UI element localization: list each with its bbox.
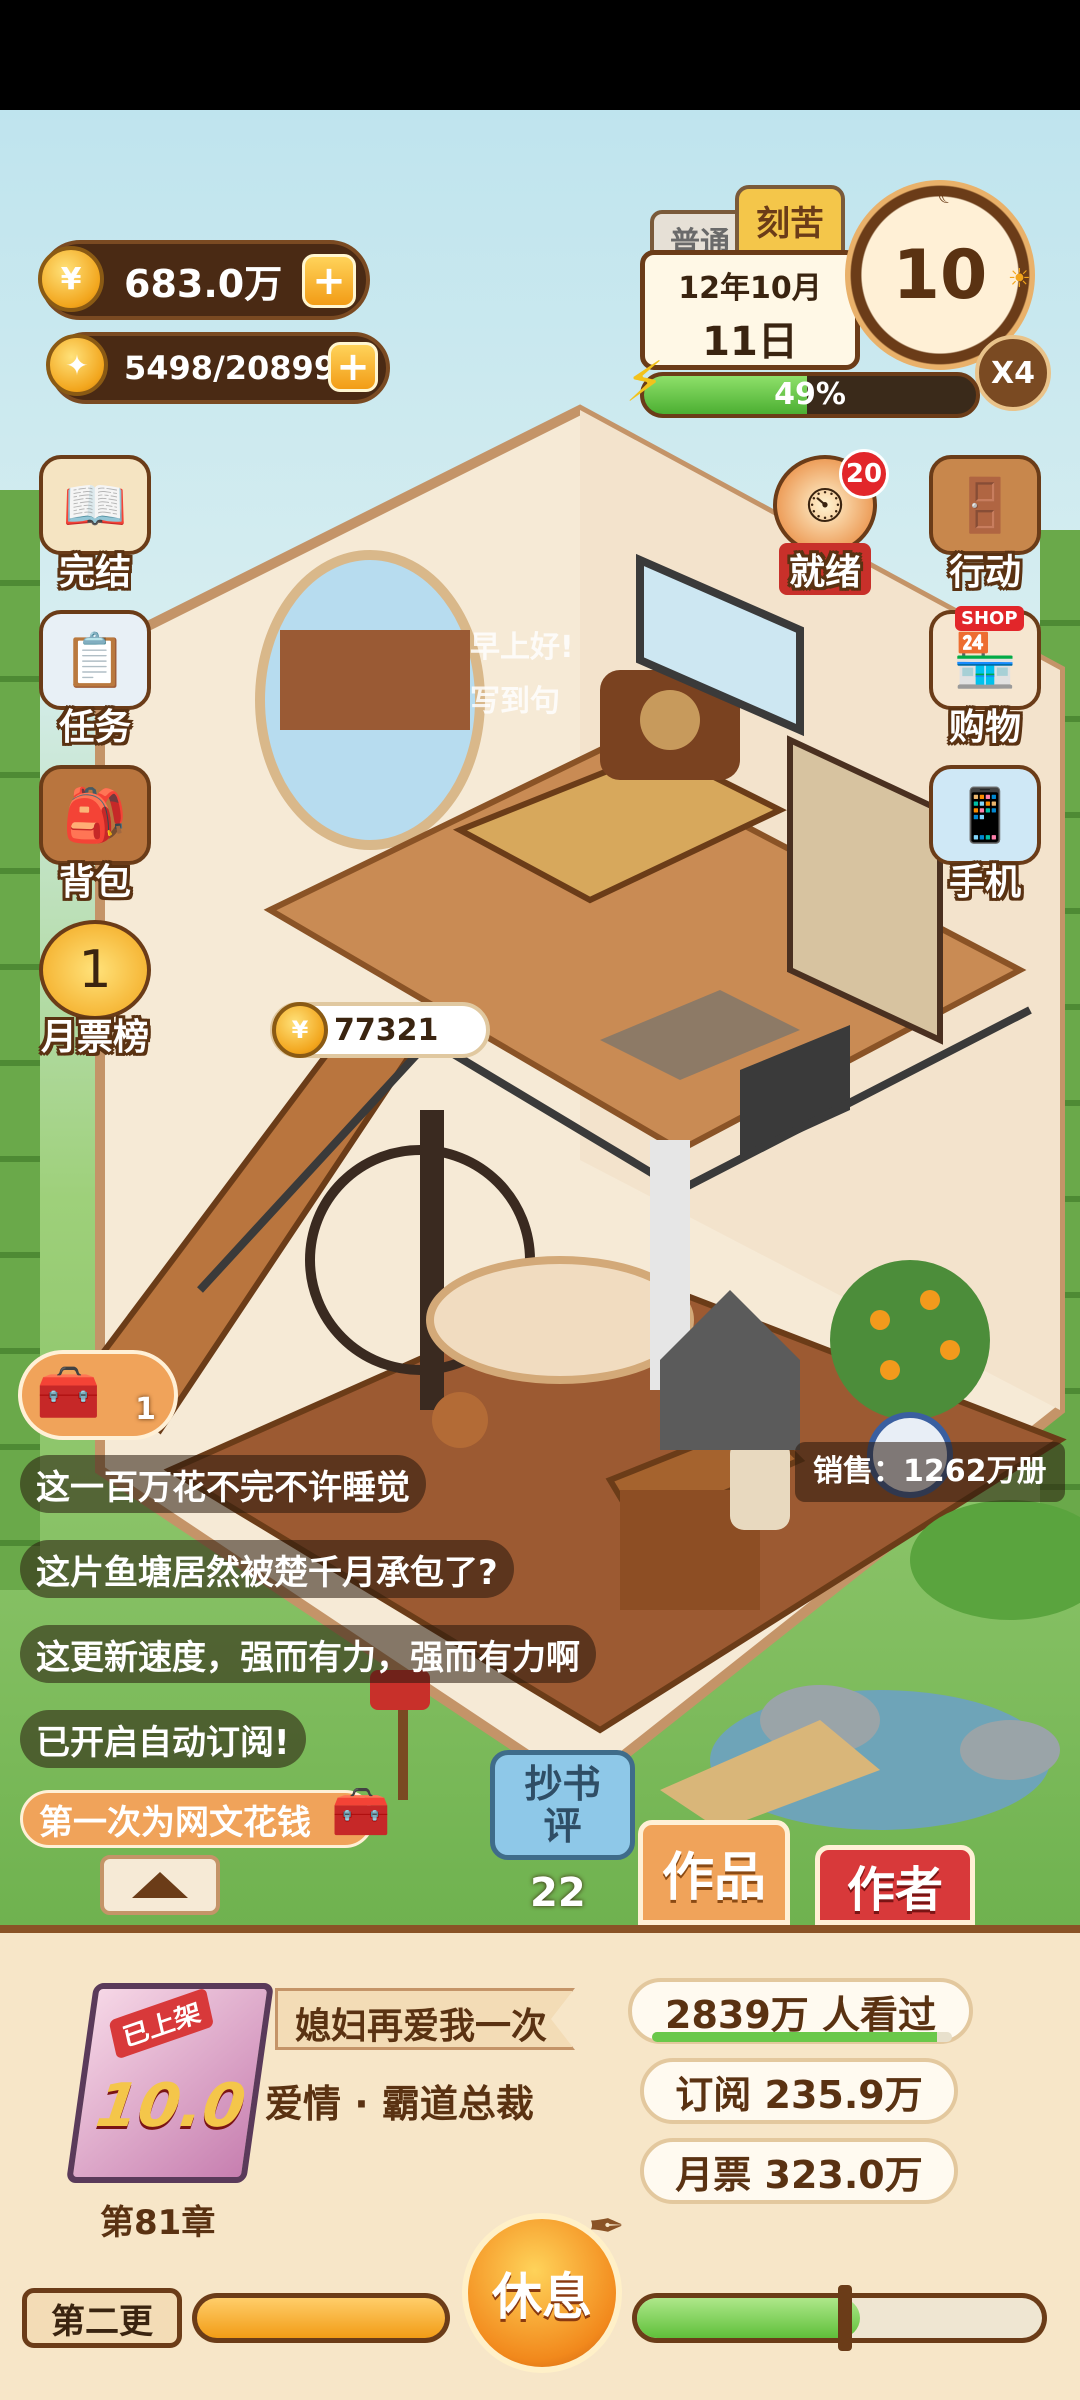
- game-scene: ¥ 683.0万 + ✦ 5498/20899 + 普通 刻苦 12年10月 1…: [0, 110, 1080, 1925]
- side-button-backpack-label: 背包: [58, 862, 131, 903]
- side-button-action[interactable]: 🚪 行动: [915, 455, 1055, 595]
- views-fill: [652, 2032, 937, 2042]
- left-progress-bar: [192, 2293, 450, 2343]
- coin-bubble-icon: ¥: [272, 1002, 328, 1058]
- ready-badge: 20: [839, 449, 889, 499]
- side-button-finish-label: 完结: [58, 552, 131, 593]
- side-button-shop[interactable]: 🏪 SHOP 购物: [915, 606, 1055, 750]
- inspiration-amount: 5498/20899: [124, 349, 337, 387]
- energy-percent: 49%: [774, 377, 846, 412]
- right-progress-bar: [632, 2285, 1047, 2351]
- add-inspiration-button[interactable]: +: [328, 342, 378, 392]
- lightning-icon: ⚡: [625, 350, 665, 415]
- treasure-chest-button[interactable]: 🧰 1: [18, 1350, 178, 1440]
- phone-icon: 📱: [929, 765, 1041, 865]
- chevron-up-icon: [132, 1872, 188, 1898]
- tab-works[interactable]: 作品: [638, 1820, 790, 1925]
- mode-tab-hard[interactable]: 刻苦: [735, 185, 845, 255]
- treasure-chest-icon: 🧰: [36, 1363, 101, 1423]
- side-button-ready[interactable]: ⏲ 20 就绪: [755, 449, 895, 595]
- side-button-backpack[interactable]: 🎒 背包: [25, 765, 165, 905]
- backpack-icon: 🎒: [39, 765, 151, 865]
- book-panel: 已上架 10.0 第81章 媳妇再爱我一次 爱情 · 霸道总裁 2839万 人看…: [0, 1925, 1080, 2400]
- progress-marker: [838, 2285, 852, 2351]
- coin-bubble-value: 77321: [334, 1012, 439, 1048]
- countdown-number: 10: [892, 235, 988, 315]
- tab-author[interactable]: 作者: [815, 1845, 975, 1925]
- side-button-phone-label: 手机: [948, 862, 1021, 903]
- rest-button-label: 休息: [492, 2268, 592, 2326]
- chat-line: 这更新速度，强而有力，强而有力啊: [20, 1625, 596, 1683]
- treasure-chest-count: 1: [135, 1392, 156, 1427]
- side-button-monthly-ranking-label: 月票榜: [40, 1017, 149, 1058]
- date-month: 12年10月: [678, 271, 822, 306]
- tab-author-label: 作者: [846, 1862, 943, 1918]
- lightbulb-icon: ✦: [46, 334, 108, 396]
- views-stat-text: 2839万 人看过: [665, 1992, 936, 2037]
- shop-tag: SHOP: [955, 606, 1024, 631]
- floating-writing: 写到句: [470, 684, 560, 719]
- speed-button[interactable]: X4: [975, 335, 1051, 411]
- left-progress-fill: [197, 2298, 445, 2338]
- date-day: 11日: [702, 319, 798, 365]
- update-label[interactable]: 第二更: [22, 2288, 182, 2348]
- book-chapter: 第81章: [100, 2203, 216, 2243]
- coin-icon: ¥: [38, 246, 104, 312]
- chat-line-highlight-text: 第一次为网文花钱: [39, 1802, 311, 1843]
- side-button-finish[interactable]: 📖 完结: [25, 455, 165, 595]
- energy-bar: 49%: [640, 372, 980, 418]
- treasure-chest-small-icon: 🧰: [331, 1784, 391, 1840]
- collapse-chat-button[interactable]: [100, 1855, 220, 1915]
- side-button-action-label: 行动: [948, 552, 1021, 593]
- right-progress-fill: [637, 2298, 860, 2338]
- add-coins-button[interactable]: +: [302, 254, 356, 308]
- copy-review-label: 抄书评: [524, 1762, 601, 1848]
- tab-works-label: 作品: [661, 1848, 766, 1908]
- checklist-icon: 📋: [39, 610, 151, 710]
- chat-line: 这片鱼塘居然被楚千月承包了?: [20, 1540, 514, 1598]
- moon-icon: ☾: [937, 184, 957, 209]
- book-icon: 📖: [39, 455, 151, 555]
- book-score: 10.0: [91, 2071, 250, 2141]
- side-button-tasks[interactable]: 📋 任务: [25, 610, 165, 750]
- book-genre: 爱情 · 霸道总裁: [265, 2082, 534, 2126]
- book-title: 媳妇再爱我一次: [295, 2006, 548, 2047]
- door-icon: 🚪: [929, 455, 1041, 555]
- views-stat: 2839万 人看过: [628, 1978, 973, 2044]
- floating-greeting: 早上好!: [470, 630, 574, 665]
- book-cover[interactable]: 已上架 10.0: [65, 1983, 275, 2183]
- coin-amount: 683.0万: [124, 261, 283, 306]
- book-status-tag: 已上架: [108, 1987, 215, 2060]
- date-card: 12年10月 11日: [640, 250, 860, 370]
- chat-line: 这一百万花不完不许睡觉: [20, 1455, 426, 1513]
- views-bar: [652, 2032, 952, 2042]
- side-button-ready-label: 就绪: [778, 543, 871, 595]
- inspiration-balance: ✦ 5498/20899 +: [46, 332, 390, 404]
- sun-icon: ☀: [1007, 264, 1031, 294]
- copy-review-button[interactable]: 抄书评: [490, 1750, 635, 1860]
- sales-label: 销售：1262万册: [795, 1442, 1065, 1502]
- quill-icon: ✒: [588, 2201, 625, 2252]
- copy-review-count: 22: [530, 1870, 586, 1916]
- side-button-tasks-label: 任务: [58, 707, 131, 748]
- side-button-shop-label: 购物: [948, 707, 1021, 748]
- side-button-monthly-ranking[interactable]: 1 月票榜: [25, 920, 165, 1060]
- subscriptions-stat: 订阅 235.9万: [640, 2058, 958, 2124]
- coin-balance: ¥ 683.0万 +: [38, 240, 370, 320]
- coin-bubble[interactable]: ¥ 77321: [270, 1002, 490, 1058]
- chat-line: 已开启自动订阅!: [20, 1710, 306, 1768]
- monthly-votes-stat: 月票 323.0万: [640, 2138, 958, 2204]
- side-button-phone[interactable]: 📱 手机: [915, 765, 1055, 905]
- chat-line-highlight[interactable]: 第一次为网文花钱 🧰: [20, 1784, 391, 1848]
- medal-icon: 1: [39, 920, 151, 1020]
